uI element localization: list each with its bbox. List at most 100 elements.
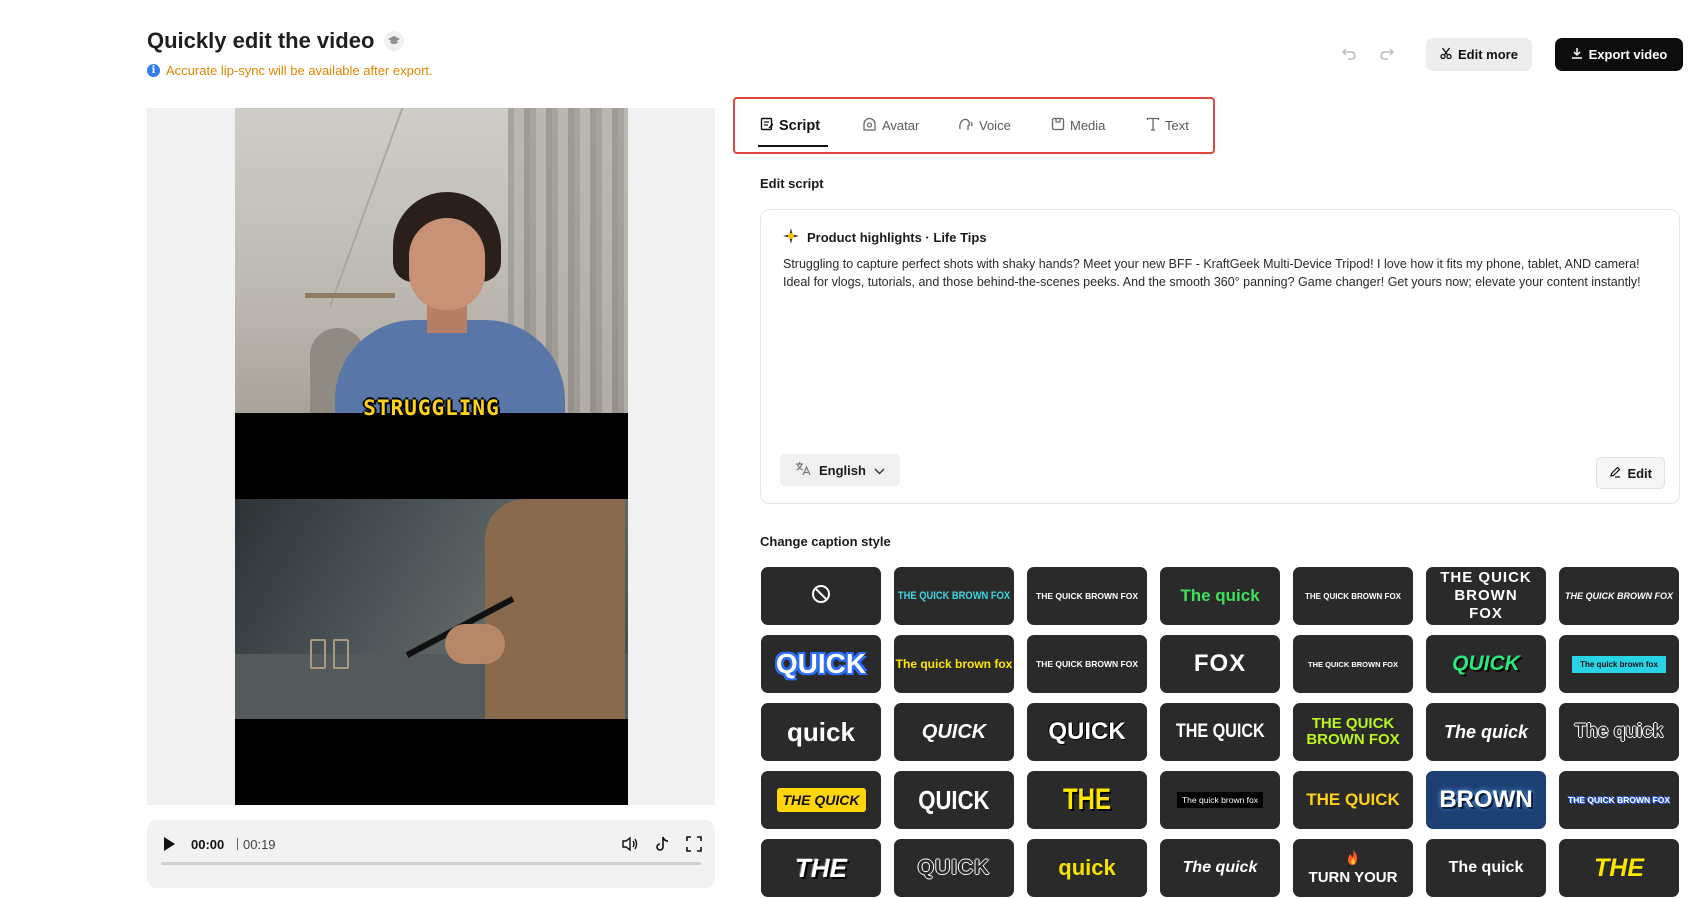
tiktok-icon[interactable] <box>652 834 672 854</box>
caption-style-tile[interactable]: quick <box>761 703 881 761</box>
caption-style-tile[interactable]: THE QUICK BROWN FOX <box>1426 567 1546 625</box>
caption-style-tile[interactable]: QUICK <box>894 771 1014 829</box>
caption-style-tile[interactable]: THE QUICK BROWN FOX <box>1559 567 1679 625</box>
download-icon <box>1571 47 1583 62</box>
caption-style-tile[interactable]: The quick <box>1426 703 1546 761</box>
caption-style-tile[interactable]: The quick brown fox <box>894 635 1014 693</box>
redo-icon[interactable] <box>1376 42 1398 64</box>
caption-style-tile[interactable]: TURN YOUR <box>1293 839 1413 897</box>
export-video-button[interactable]: Export video <box>1555 38 1683 71</box>
script-heading-text: Product highlights · Life Tips <box>807 230 987 245</box>
script-heading: Product highlights · Life Tips <box>783 228 987 247</box>
caption-style-sample: THE QUICK BROWN FOX <box>1565 591 1673 601</box>
edit-script-button[interactable]: Edit <box>1596 457 1665 489</box>
caption-style-sample: QUICK <box>921 720 987 743</box>
volume-icon[interactable] <box>620 834 640 854</box>
progress-track[interactable] <box>161 862 701 865</box>
caption-style-tile[interactable]: QUICK <box>894 839 1014 897</box>
lip-sync-notice: i Accurate lip-sync will be available af… <box>147 63 433 78</box>
caption-style-tile[interactable]: quick <box>1027 839 1147 897</box>
caption-style-sample: The quick brown fox <box>895 657 1013 671</box>
avatar-icon <box>862 117 877 134</box>
pencil-icon <box>1609 466 1621 481</box>
media-icon <box>1051 117 1065 134</box>
edit-script-label-text: Edit <box>1627 465 1652 481</box>
caption-style-sample: THE QUICK <box>1306 790 1400 809</box>
caption-style-tile[interactable]: THE QUICK BROWN FOX <box>1559 771 1679 829</box>
tab-voice[interactable]: Voice <box>958 117 1011 134</box>
current-time: 00:00 <box>191 837 225 852</box>
caption-style-sample: The quick <box>1180 586 1260 605</box>
caption-style-tile[interactable]: The quick <box>1160 839 1280 897</box>
caption-style-sample: The quick <box>1448 859 1524 876</box>
caption-style-tile[interactable]: THE QUICK BROWN FOX <box>894 567 1014 625</box>
video-frame-avatar <box>235 108 628 413</box>
caption-style-tile[interactable]: The quick <box>1426 839 1546 897</box>
caption-style-tile[interactable]: THE QUICK <box>761 771 881 829</box>
caption-style-tile[interactable]: The quick <box>1559 703 1679 761</box>
total-time: 00:19 <box>243 837 276 852</box>
caption-style-tile[interactable]: THE QUICK <box>1293 771 1413 829</box>
script-icon <box>760 117 774 135</box>
caption-style-tile[interactable]: THE QUICK BROWN FOX <box>1027 635 1147 693</box>
notice-text: Accurate lip-sync will be available afte… <box>166 63 433 78</box>
caption-style-sample: THE <box>1594 853 1644 882</box>
tab-media[interactable]: Media <box>1051 117 1105 134</box>
language-select[interactable]: English <box>780 454 900 486</box>
tab-avatar[interactable]: Avatar <box>862 117 919 134</box>
caption-style-tile[interactable]: BROWN <box>1426 771 1546 829</box>
caption-style-sample: THE <box>795 852 847 883</box>
caption-style-sample: The quick brown fox <box>1176 792 1264 808</box>
language-label: English <box>819 462 866 478</box>
fire-icon <box>1346 850 1360 869</box>
script-card: Product highlights · Life Tips Strugglin… <box>760 209 1680 504</box>
caption-style-tile[interactable]: THE <box>761 839 881 897</box>
tab-script[interactable]: Script <box>760 117 820 135</box>
caption-style-tile[interactable]: THE QUICK BROWN FOX <box>1027 567 1147 625</box>
video-preview[interactable]: STRUGGLING <box>235 108 628 805</box>
caption-style-tile[interactable]: The quick brown fox <box>1559 635 1679 693</box>
caption-style-tile[interactable]: THE <box>1027 771 1147 829</box>
caption-style-sample: QUICK <box>918 784 990 815</box>
caption-style-sample: The quick <box>1182 859 1258 876</box>
caption-style-sample: THE <box>1063 783 1111 816</box>
caption-style-sample: QUICK <box>917 856 991 879</box>
caption-style-sample: The quick <box>1574 721 1664 742</box>
caption-style-grid: THE QUICK BROWN FOX THE QUICK BROWN FOX … <box>761 567 1679 897</box>
tab-text[interactable]: Text <box>1146 117 1189 134</box>
caption-style-sample: THE QUICK BROWN FOX <box>1036 659 1138 669</box>
chevron-down-icon <box>874 463 885 478</box>
translate-icon <box>795 461 811 479</box>
script-body-text[interactable]: Struggling to capture perfect shots with… <box>783 255 1663 291</box>
fullscreen-icon[interactable] <box>684 834 704 854</box>
play-icon[interactable] <box>161 835 177 858</box>
caption-style-tile[interactable]: THE QUICK BROWN FOX <box>1293 567 1413 625</box>
active-tab-indicator <box>758 145 828 147</box>
caption-style-tile[interactable]: THE QUICK BROWN FOX <box>1293 635 1413 693</box>
caption-style-sample: THE QUICK BROWN FOX <box>1568 795 1670 805</box>
caption-style-tile[interactable]: QUICK <box>1426 635 1546 693</box>
graduation-cap-icon[interactable] <box>384 31 405 51</box>
voice-icon <box>958 117 974 134</box>
caption-style-tile[interactable]: The quick <box>1160 567 1280 625</box>
caption-style-tile[interactable]: THE QUICK BROWN FOX <box>1293 703 1413 761</box>
scissors-icon <box>1440 47 1452 62</box>
caption-style-tile[interactable]: THE <box>1559 839 1679 897</box>
caption-style-tile[interactable]: The quick brown fox <box>1160 771 1280 829</box>
caption-style-sample: THE QUICK <box>1175 721 1265 742</box>
text-icon <box>1146 117 1160 134</box>
caption-style-tile[interactable]: QUICK <box>761 635 881 693</box>
caption-style-tile[interactable]: QUICK <box>1027 703 1147 761</box>
undo-icon[interactable] <box>1338 42 1360 64</box>
caption-style-sample: THE QUICK BROWN FOX <box>1308 659 1398 669</box>
caption-style-none[interactable] <box>761 567 881 625</box>
sparkle-icon <box>783 228 799 247</box>
edit-more-button[interactable]: Edit more <box>1426 38 1532 71</box>
tab-script-label: Script <box>779 118 821 134</box>
caption-style-tile[interactable]: FOX <box>1160 635 1280 693</box>
caption-style-tile[interactable]: QUICK <box>894 703 1014 761</box>
info-icon: i <box>147 64 160 77</box>
caption-style-tile[interactable]: THE QUICK <box>1160 703 1280 761</box>
caption-style-sample: THE QUICK BROWN FOX <box>1305 591 1401 601</box>
caption-style-sample: TURN YOUR <box>1308 869 1398 886</box>
